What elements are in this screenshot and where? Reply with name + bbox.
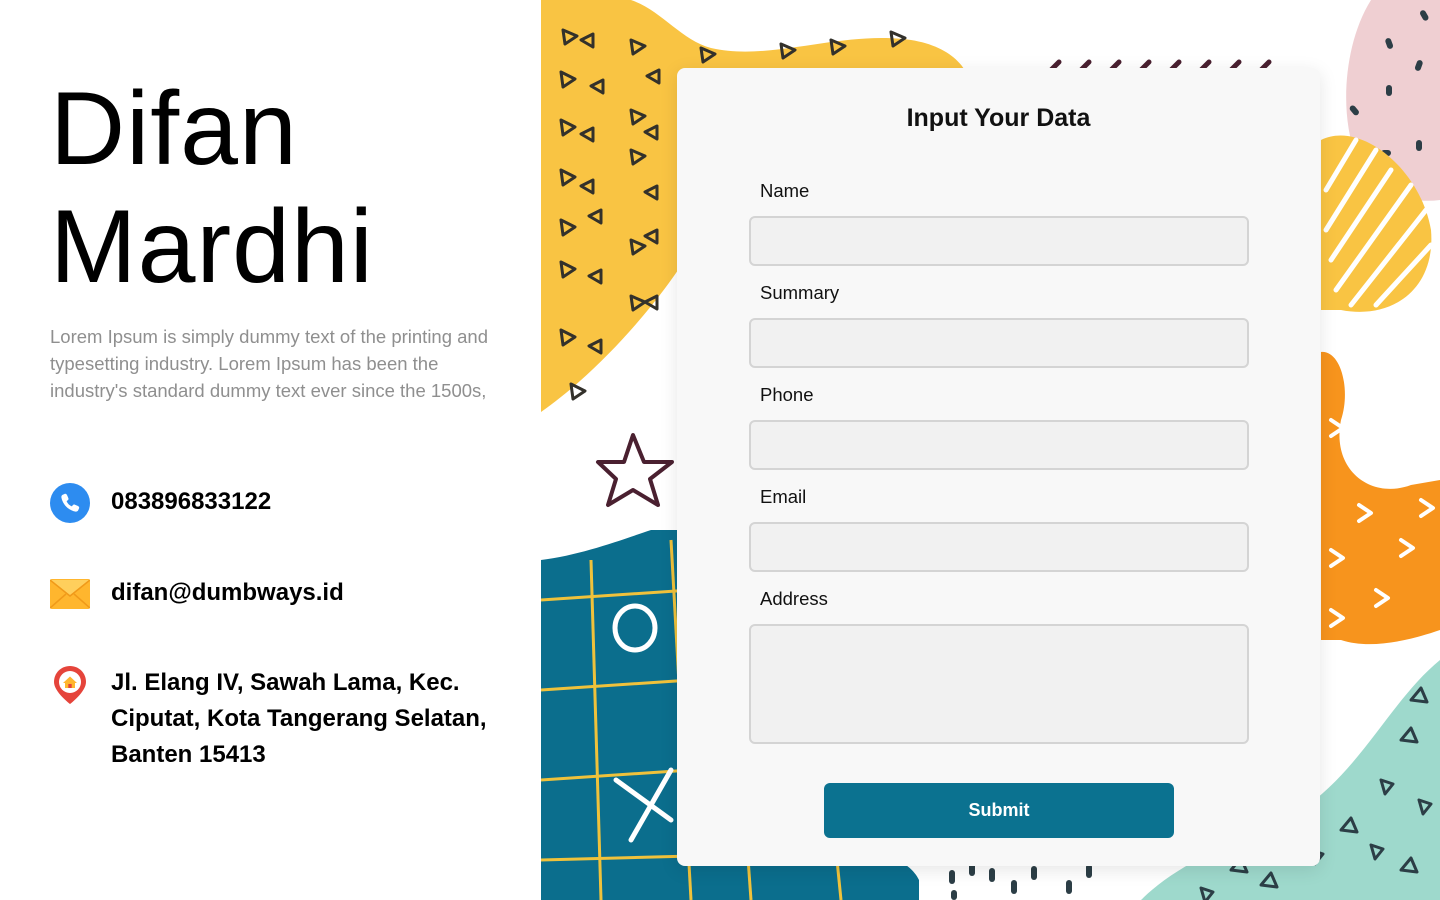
dash-pattern-bottom	[949, 862, 1092, 900]
form-title: Input Your Data	[906, 104, 1091, 132]
contact-email: difan@dumbways.id	[50, 574, 344, 614]
profile-last-name: Mardhi	[50, 189, 374, 305]
name-input[interactable]	[749, 216, 1249, 266]
orange-blob	[1321, 351, 1440, 645]
email-label: Email	[760, 486, 807, 507]
star-doodle	[596, 433, 674, 507]
address-label: Address	[760, 588, 828, 609]
profile-name: Difan Mardhi	[50, 70, 520, 306]
phone-label: Phone	[760, 384, 814, 405]
profile-first-name: Difan	[50, 71, 298, 187]
envelope-icon	[50, 579, 90, 609]
name-label: Name	[760, 180, 810, 201]
contact-email-text[interactable]: difan@dumbways.id	[111, 575, 344, 611]
phone-input[interactable]	[749, 420, 1249, 470]
address-textarea[interactable]	[749, 624, 1249, 744]
location-pin-icon	[54, 666, 86, 704]
contact-phone: 083896833122	[50, 483, 271, 523]
contact-phone-text[interactable]: 083896833122	[111, 484, 271, 520]
profile-bio: Lorem Ipsum is simply dummy text of the …	[50, 326, 489, 401]
email-input[interactable]	[749, 522, 1249, 572]
contact-address: Jl. Elang IV, Sawah Lama, Kec. Ciputat, …	[50, 665, 491, 773]
phone-icon	[50, 483, 90, 523]
submit-button[interactable]: Submit	[824, 783, 1174, 838]
input-data-form: Input Your Data Name Summary Phone Email…	[677, 68, 1320, 866]
contact-address-text: Jl. Elang IV, Sawah Lama, Kec. Ciputat, …	[111, 669, 487, 768]
summary-label: Summary	[760, 282, 840, 303]
profile-panel: Difan Mardhi Lorem Ipsum is simply dummy…	[0, 0, 541, 900]
summary-input[interactable]	[749, 318, 1249, 368]
